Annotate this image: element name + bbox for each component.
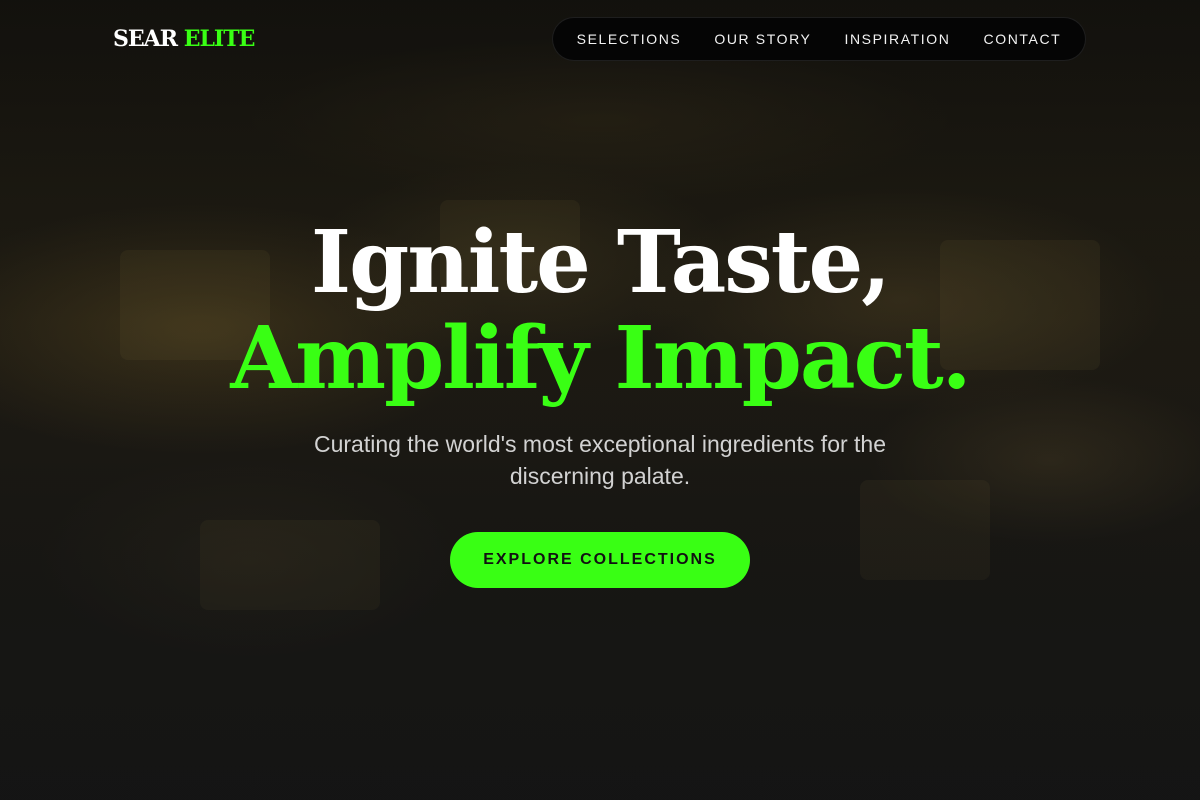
nav-item-our-story[interactable]: OUR STORY [714,31,811,47]
main-nav: SELECTIONS OUR STORY INSPIRATION CONTACT [552,17,1086,61]
logo-accent-text: ELITE [183,26,256,52]
nav-item-inspiration[interactable]: INSPIRATION [844,31,950,47]
brand-logo[interactable]: SEAR ELITE [113,26,256,52]
hero-subtitle: Curating the world's most exceptional in… [313,431,887,489]
nav-item-selections[interactable]: SELECTIONS [577,31,682,47]
headline-line-1: Ignite Taste, [310,212,891,313]
explore-collections-button[interactable]: EXPLORE COLLECTIONS [450,532,750,588]
nav-item-contact[interactable]: CONTACT [984,31,1062,47]
hero-section: SEAR ELITE SELECTIONS OUR STORY INSPIRAT… [0,0,1200,800]
logo-primary-text: SEAR [113,26,178,52]
headline-line-2: Amplify Impact. [230,308,971,409]
hero-headline: Ignite Taste, Amplify Impact. [0,215,1200,407]
